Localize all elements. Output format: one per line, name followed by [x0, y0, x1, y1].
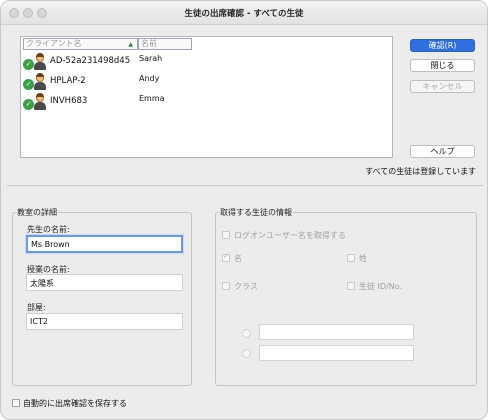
- client-name: HPLAP-2: [50, 76, 86, 86]
- list-item[interactable]: ✓ AD-52a231498d45 Sarah: [21, 52, 392, 72]
- attendance-window: 生徒の出席確認 - すべての生徒 クライアント名 ▲ 名前 ✓ AD-52a23…: [0, 0, 488, 420]
- close-button[interactable]: 閉じる: [410, 59, 475, 72]
- title-bar: 生徒の出席確認 - すべての生徒: [1, 1, 487, 25]
- custom-field-2-radio[interactable]: [242, 349, 251, 358]
- student-id-checkbox[interactable]: [347, 282, 355, 290]
- first-name-checkbox[interactable]: [222, 252, 230, 262]
- student-icon: [33, 53, 47, 71]
- column-header-name[interactable]: 名前: [138, 38, 192, 50]
- list-item[interactable]: ✓ INVH683 Emma: [21, 92, 392, 112]
- room-field[interactable]: ICT2: [26, 313, 183, 330]
- student-name: Sarah: [139, 54, 163, 63]
- status-text: すべての生徒は登録しています: [365, 167, 476, 176]
- lesson-name-field[interactable]: 太陽系: [26, 274, 183, 291]
- class-label: クラス: [234, 282, 258, 291]
- student-id-label: 生徒 ID/No.: [359, 282, 403, 291]
- teacher-name-field[interactable]: Ms Brown: [26, 235, 183, 253]
- client-name: AD-52a231498d45: [50, 56, 131, 66]
- confirm-button[interactable]: 確認(R): [410, 39, 475, 52]
- classroom-details-title: 教室の詳細: [16, 207, 58, 218]
- room-label: 部屋:: [27, 303, 46, 312]
- teacher-name-label: 先生の名前:: [27, 225, 70, 234]
- student-icon: [33, 93, 47, 111]
- first-name-label: 名: [234, 254, 242, 263]
- column-header-client[interactable]: クライアント名 ▲: [23, 38, 138, 50]
- logon-checkbox[interactable]: [222, 231, 230, 239]
- student-list[interactable]: クライアント名 ▲ 名前 ✓ AD-52a231498d45 Sarah ✓ H…: [20, 36, 393, 158]
- auto-save-label: 自動的に出席確認を保存する: [23, 399, 127, 408]
- client-name: INVH683: [50, 96, 88, 106]
- cancel-button[interactable]: キャンセル: [410, 80, 475, 93]
- class-checkbox[interactable]: [222, 282, 230, 290]
- custom-field-2-input[interactable]: [259, 345, 414, 361]
- divider: [7, 185, 483, 186]
- list-item[interactable]: ✓ HPLAP-2 Andy: [21, 72, 392, 92]
- student-icon: [33, 73, 47, 91]
- logon-label: ログオンユーザー名を取得する: [234, 231, 346, 240]
- check-icon: ✓: [23, 99, 34, 110]
- custom-field-1-radio[interactable]: [242, 329, 251, 338]
- last-name-checkbox[interactable]: [347, 254, 355, 262]
- help-button[interactable]: ヘルプ: [410, 145, 475, 158]
- auto-save-checkbox[interactable]: [12, 399, 20, 407]
- student-name: Andy: [139, 74, 160, 83]
- student-name: Emma: [139, 94, 165, 103]
- custom-field-1-input[interactable]: [259, 324, 414, 340]
- student-info-title: 取得する生徒の情報: [219, 207, 293, 218]
- sort-ascending-icon: ▲: [128, 41, 133, 48]
- column-header-name-label: 名前: [141, 39, 157, 48]
- window-title: 生徒の出席確認 - すべての生徒: [184, 9, 304, 19]
- check-icon: ✓: [23, 59, 34, 70]
- check-icon: ✓: [23, 79, 34, 90]
- last-name-label: 姓: [359, 254, 367, 263]
- column-header-client-label: クライアント名: [26, 39, 82, 48]
